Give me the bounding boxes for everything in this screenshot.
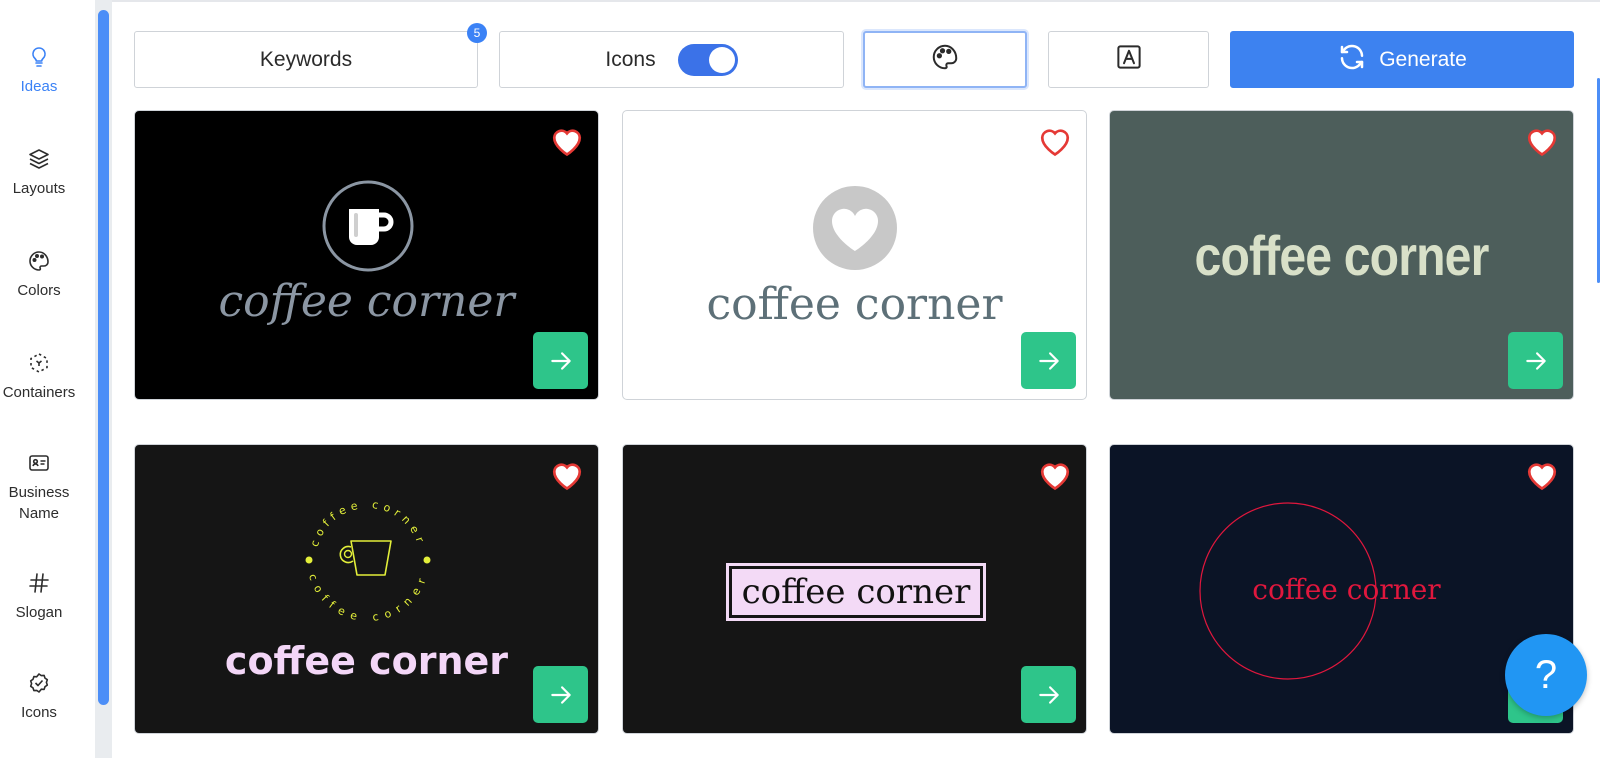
sidebar-item-ideas[interactable]: Ideas — [0, 44, 78, 97]
arrow-right-icon — [550, 685, 571, 704]
sidebar-item-containers[interactable]: Containers — [0, 350, 78, 403]
logo-text: coffee corner — [706, 279, 1003, 330]
logo-card[interactable]: coffee corner — [1109, 444, 1574, 734]
generate-button[interactable]: Generate — [1230, 31, 1574, 88]
logo-card[interactable]: coffee corner — [622, 444, 1087, 734]
open-design-button[interactable] — [533, 666, 588, 723]
keywords-count-badge: 5 — [467, 23, 487, 43]
logo-card[interactable]: coffee corner — [622, 110, 1087, 400]
palette-icon — [930, 42, 960, 78]
sidebar-item-label: Icons — [21, 704, 57, 721]
arrow-right-icon — [1525, 351, 1546, 370]
svg-text:coffee corner: coffee corner — [306, 572, 430, 624]
sidebar-item-label: Slogan — [15, 604, 63, 621]
sidebar: Ideas Layouts Colors Containers Business — [0, 0, 96, 758]
icons-toggle-button[interactable]: Icons — [499, 31, 844, 88]
logo-text-box: coffee corner — [726, 563, 986, 621]
heart-icon[interactable] — [548, 123, 586, 159]
font-icon — [1114, 42, 1144, 78]
heart-icon[interactable] — [1036, 123, 1074, 159]
toggle-knob — [708, 46, 735, 73]
hash-icon — [26, 570, 52, 596]
generate-label: Generate — [1379, 47, 1467, 71]
sidebar-scrollbar-thumb[interactable] — [98, 10, 109, 705]
top-divider — [112, 0, 1600, 2]
logo-card[interactable]: coffee corner coffee corner coffee corne… — [134, 444, 599, 734]
sidebar-item-label: Layouts — [12, 180, 66, 197]
lightbulb-icon — [26, 44, 52, 70]
open-design-button[interactable] — [1508, 332, 1563, 389]
palette-icon — [26, 248, 52, 274]
refresh-icon — [1337, 42, 1379, 78]
sidebar-item-colors[interactable]: Colors — [0, 248, 78, 301]
open-design-button[interactable] — [1021, 666, 1076, 723]
icons-toggle-switch[interactable] — [677, 43, 738, 76]
help-button[interactable]: ? — [1505, 634, 1587, 716]
cup-icon — [350, 540, 392, 576]
sidebar-item-label: Containers — [2, 384, 76, 401]
font-button[interactable] — [1048, 31, 1209, 88]
heart-badge-icon — [813, 186, 897, 270]
logo-text: coffee corner — [741, 572, 971, 612]
containers-icon — [26, 350, 52, 376]
sidebar-item-slogan[interactable]: Slogan — [0, 570, 78, 623]
arrow-right-icon — [550, 351, 571, 370]
help-label: ? — [1534, 652, 1558, 697]
icons-label: Icons — [605, 47, 656, 71]
logo-maker-app: Ideas Layouts Colors Containers Business — [0, 0, 1600, 758]
layers-icon — [26, 146, 52, 172]
keywords-button[interactable]: Keywords 5 — [134, 23, 487, 88]
mug-icon — [322, 180, 414, 272]
logo-text: coffee corner — [224, 639, 509, 683]
sidebar-item-label: Colors — [17, 282, 61, 299]
logo-card[interactable]: coffee corner — [1109, 110, 1574, 400]
sidebar-item-label: Ideas — [20, 78, 58, 95]
logo-text: coffee corner — [1252, 573, 1441, 606]
sidebar-item-business-name[interactable]: Business Name — [0, 450, 78, 524]
ring-text-bottom: coffee corner — [306, 572, 425, 624]
heart-icon[interactable] — [1523, 123, 1561, 159]
logo-text: coffee corner — [1194, 224, 1490, 287]
logo-card[interactable]: coffee corner — [134, 110, 599, 400]
id-card-icon — [26, 450, 52, 476]
badge-check-icon — [26, 670, 52, 696]
sidebar-item-icons[interactable]: Icons — [0, 670, 78, 723]
open-design-button[interactable] — [1021, 332, 1076, 389]
heart-icon[interactable] — [1523, 457, 1561, 493]
sidebar-item-layouts[interactable]: Layouts — [0, 146, 78, 199]
sidebar-item-label: Business Name — [8, 484, 70, 522]
open-design-button[interactable] — [533, 332, 588, 389]
arrow-right-icon — [1038, 685, 1059, 704]
color-palette-button[interactable] — [863, 31, 1027, 88]
heart-icon[interactable] — [1036, 457, 1074, 493]
heart-icon[interactable] — [548, 457, 586, 493]
logo-text: coffee corner — [218, 276, 515, 327]
cup-ring-emblem: coffee corner coffee corner — [305, 498, 431, 624]
arrow-right-icon — [1038, 351, 1059, 370]
keywords-label: Keywords — [259, 47, 353, 71]
